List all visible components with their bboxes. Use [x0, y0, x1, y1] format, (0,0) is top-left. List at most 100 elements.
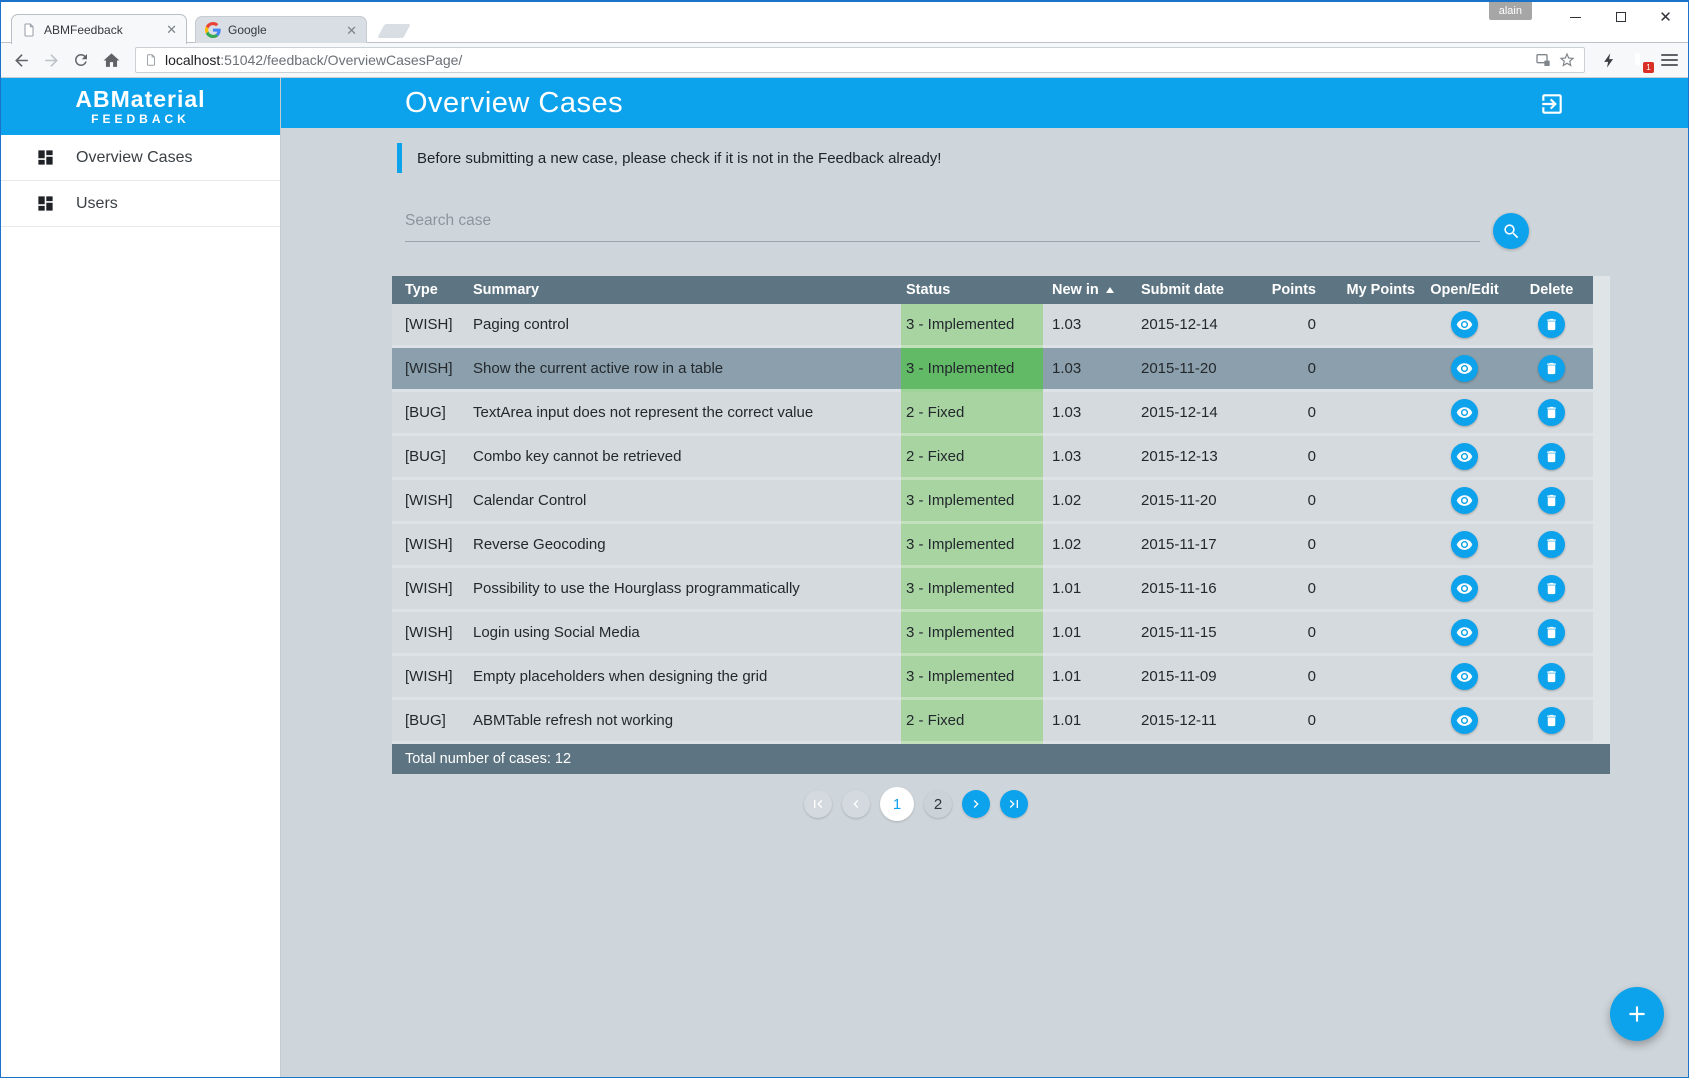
chrome-menu-icon[interactable]: [1661, 54, 1678, 66]
table-row[interactable]: [WISH] Empty placeholders when designing…: [392, 656, 1610, 700]
delete-button[interactable]: [1538, 487, 1565, 514]
case-submit-date: 2015-11-20: [1128, 480, 1260, 524]
column-header-summary[interactable]: Summary: [460, 276, 901, 304]
column-header-new-in[interactable]: New in: [1043, 276, 1128, 304]
tab-close-icon[interactable]: ✕: [166, 23, 177, 36]
tab-close-icon[interactable]: ✕: [346, 24, 357, 37]
minimize-button[interactable]: [1553, 2, 1598, 32]
scrollbar-gutter: [1593, 700, 1610, 744]
delete-button[interactable]: [1538, 399, 1565, 426]
delete-button[interactable]: [1538, 575, 1565, 602]
delete-button[interactable]: [1538, 619, 1565, 646]
delete-button[interactable]: [1538, 443, 1565, 470]
case-status: 3 - Implemented: [901, 656, 1043, 700]
table-row[interactable]: [BUG] Combo key cannot be retrieved 2 - …: [392, 436, 1610, 480]
open-edit-button[interactable]: [1451, 487, 1478, 514]
app-root: ABMaterial FEEDBACK Overview Cases Users…: [1, 78, 1688, 1077]
logout-button[interactable]: [1539, 91, 1565, 117]
table-row[interactable]: [WISH] Show the current active row in a …: [392, 348, 1610, 392]
open-edit-button[interactable]: [1451, 575, 1478, 602]
case-summary: ABMTable refresh not working: [460, 700, 901, 744]
media-page-action-icon[interactable]: [1535, 52, 1551, 68]
case-type: [WISH]: [392, 304, 460, 348]
column-header-open-edit: Open/Edit: [1430, 282, 1499, 298]
cases-table: Type Summary Status New in Submit date P…: [392, 276, 1610, 774]
notice-banner: Before submitting a new case, please che…: [397, 143, 941, 173]
home-icon[interactable]: [101, 50, 121, 70]
table-row[interactable]: [WISH] Paging control 3 - Implemented 1.…: [392, 304, 1610, 348]
open-edit-button[interactable]: [1451, 531, 1478, 558]
search-input[interactable]: Search case: [405, 212, 491, 230]
sidebar-item-users[interactable]: Users: [1, 181, 280, 227]
search-icon: [1503, 223, 1518, 238]
trash-icon: [1547, 714, 1556, 727]
tab-google[interactable]: Google ✕: [195, 16, 367, 43]
delete-button[interactable]: [1538, 707, 1565, 734]
case-points: 0: [1260, 568, 1320, 612]
first-page-button[interactable]: [804, 790, 832, 818]
open-edit-button[interactable]: [1451, 355, 1478, 382]
case-summary: TextArea input does not represent the co…: [460, 392, 901, 436]
chevron-right-icon: [973, 800, 979, 808]
open-edit-button[interactable]: [1451, 707, 1478, 734]
table-footer: Total number of cases: 12: [392, 744, 1610, 774]
maximize-button[interactable]: [1598, 2, 1643, 32]
table-row[interactable]: [WISH] Reverse Geocoding 3 - Implemented…: [392, 524, 1610, 568]
delete-button[interactable]: [1538, 311, 1565, 338]
case-my-points: [1320, 480, 1419, 524]
url-bar[interactable]: localhost:51042/feedback/OverviewCasesPa…: [135, 47, 1585, 73]
column-header-my-points[interactable]: My Points: [1320, 276, 1419, 304]
previous-page-button[interactable]: [842, 790, 870, 818]
open-edit-button[interactable]: [1451, 311, 1478, 338]
open-edit-button[interactable]: [1451, 663, 1478, 690]
table-row[interactable]: [BUG] TextArea input does not represent …: [392, 392, 1610, 436]
table-row[interactable]: [BUG] ABMTable refresh not working 2 - F…: [392, 700, 1610, 744]
open-edit-button[interactable]: [1451, 619, 1478, 646]
page-button-1[interactable]: 1: [880, 787, 914, 821]
page-button-2[interactable]: 2: [924, 790, 952, 818]
table-row[interactable]: [WISH] Calendar Control 3 - Implemented …: [392, 480, 1610, 524]
back-icon[interactable]: [11, 50, 31, 70]
next-page-button[interactable]: [962, 790, 990, 818]
column-header-points[interactable]: Points: [1260, 276, 1320, 304]
case-new-in: 1.03: [1043, 392, 1128, 436]
delete-button[interactable]: [1538, 663, 1565, 690]
column-header-status[interactable]: Status: [901, 276, 1043, 304]
profile-badge[interactable]: alain: [1488, 2, 1532, 20]
bookmark-star-icon[interactable]: [1558, 51, 1576, 69]
case-type: [WISH]: [392, 524, 460, 568]
case-type: [BUG]: [392, 392, 460, 436]
column-header-delete: Delete: [1529, 282, 1574, 298]
open-edit-button[interactable]: [1451, 443, 1478, 470]
dashboard-icon: [38, 196, 53, 211]
close-button[interactable]: ✕: [1643, 2, 1688, 32]
delete-button[interactable]: [1538, 531, 1565, 558]
scrollbar-gutter: [1593, 348, 1610, 392]
search-button[interactable]: [1493, 213, 1529, 249]
table-row[interactable]: [WISH] Login using Social Media 3 - Impl…: [392, 612, 1610, 656]
delete-button[interactable]: [1538, 355, 1565, 382]
logo-title: ABMaterial: [75, 86, 206, 112]
tab-abmfeedback[interactable]: ABMFeedback ✕: [11, 14, 187, 44]
forward-icon[interactable]: [41, 50, 61, 70]
green-extension-icon[interactable]: 1: [1629, 49, 1654, 73]
open-edit-button[interactable]: [1451, 399, 1478, 426]
case-status: 2 - Fixed: [901, 436, 1043, 480]
add-case-button[interactable]: [1610, 987, 1664, 1041]
table-row[interactable]: [WISH] Possibility to use the Hourglass …: [392, 568, 1610, 612]
bolt-extension-icon[interactable]: [1599, 50, 1619, 70]
page-icon: [147, 54, 155, 66]
case-submit-date: 2015-12-11: [1128, 700, 1260, 744]
trash-icon: [1547, 626, 1556, 639]
trash-icon: [1547, 670, 1556, 683]
sidebar-item-overview-cases[interactable]: Overview Cases: [1, 135, 280, 181]
column-header-type[interactable]: Type: [392, 276, 460, 304]
url-text[interactable]: localhost:51042/feedback/OverviewCasesPa…: [165, 52, 1528, 68]
case-type: [WISH]: [392, 480, 460, 524]
case-summary: Combo key cannot be retrieved: [460, 436, 901, 480]
last-page-button[interactable]: [1000, 790, 1028, 818]
new-tab-button[interactable]: [377, 24, 411, 38]
case-type: [BUG]: [392, 436, 460, 480]
reload-icon[interactable]: [71, 50, 91, 70]
column-header-submit-date[interactable]: Submit date: [1128, 276, 1260, 304]
